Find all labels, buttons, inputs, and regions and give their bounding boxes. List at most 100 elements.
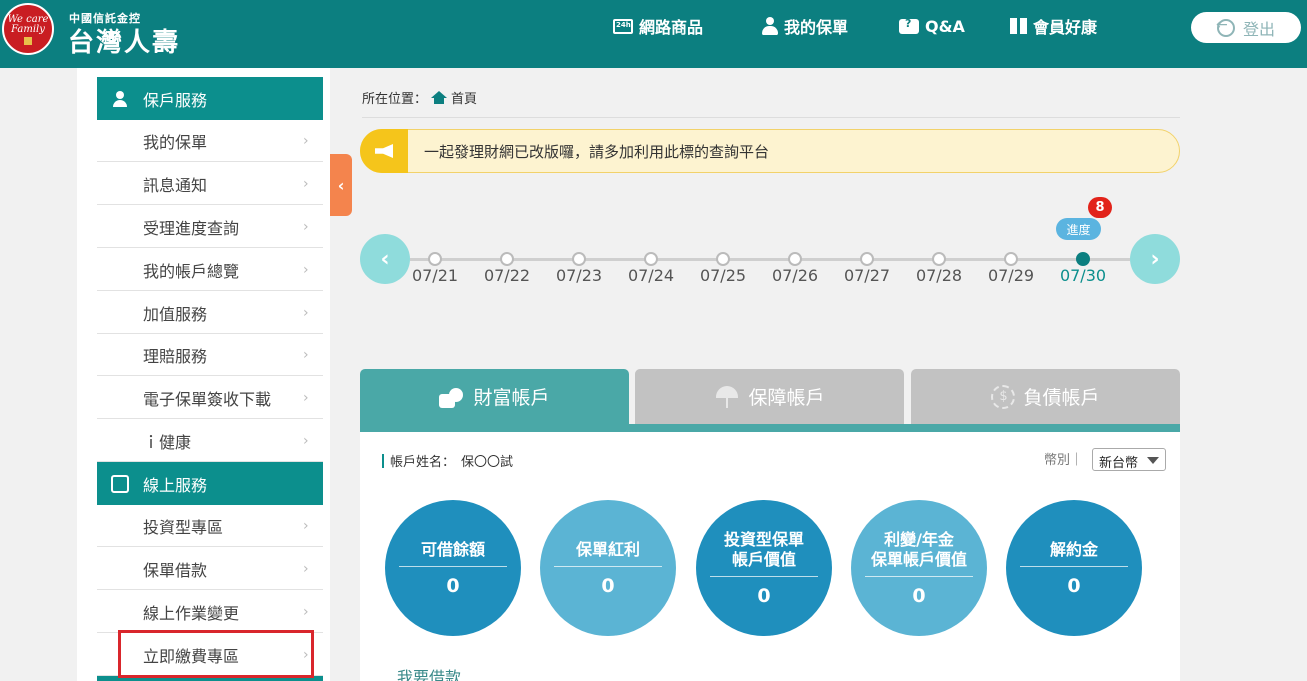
sidebar-collapse-button[interactable]: ‹ [330, 154, 352, 216]
notification-count-badge: 8 [1088, 197, 1112, 218]
timeline-dot[interactable] [932, 252, 946, 266]
summary-surrender-value[interactable]: 解約金 0 [1006, 500, 1142, 636]
chevron-right-icon: › [303, 560, 309, 577]
dollar-icon: $ [991, 384, 1016, 409]
summary-label: 保單紅利 [554, 540, 662, 567]
tab-underline [360, 424, 1180, 432]
sidebar-item-notifications[interactable]: 訊息通知 › [97, 163, 323, 205]
sidebar-item-progress-query[interactable]: 受理進度查詢 › [97, 206, 323, 248]
we-care-family-logo[interactable]: We care Family [2, 3, 54, 55]
logout-button[interactable]: 登出 [1191, 12, 1301, 43]
account-name-label: 帳戶姓名： [390, 455, 456, 470]
monitor-icon [111, 474, 129, 493]
chevron-right-icon: › [1150, 246, 1160, 272]
summary-annuity-value[interactable]: 利變/年金 保單帳戶價值 0 [851, 500, 987, 636]
breadcrumb-prefix: 所在位置： [362, 92, 428, 107]
account-name: 帳戶姓名： 保〇〇試 [382, 451, 513, 470]
summary-label: 投資型保單 帳戶價值 [710, 530, 818, 577]
section-online-services[interactable]: 線上服務 [97, 462, 323, 505]
nav-label: 網路商品 [639, 18, 704, 37]
summary-value: 0 [446, 574, 460, 597]
chevron-left-icon: ‹ [380, 246, 390, 272]
header: We care Family 中國信託金控 台灣人壽 網路商品 我的保單 Q&A… [0, 0, 1307, 68]
sidebar: 保戶服務 我的保單 › 訊息通知 › 受理進度查詢 › 我的帳戶總覽 › 加值服務 › 理… [77, 68, 330, 681]
timeline-dot[interactable] [500, 252, 514, 266]
timeline-dot[interactable] [860, 252, 874, 266]
timeline-next-button[interactable]: › [1130, 234, 1180, 284]
chevron-right-icon: › [303, 432, 309, 449]
announcement-text: 一起發理財網已改版囉，請多加利用此標的查詢平台 [424, 142, 770, 161]
section-title: 保戶服務 [143, 90, 208, 110]
timeline-track [410, 258, 1130, 261]
nav-qa[interactable]: Q&A [899, 0, 965, 52]
nav-online-products[interactable]: 網路商品 [613, 0, 703, 52]
nav-member-deals[interactable]: 會員好康 [1010, 0, 1097, 52]
summary-value: 0 [601, 574, 615, 597]
sidebar-item-i-health[interactable]: ｉ健康 › [97, 420, 323, 462]
timeline-dot[interactable] [1004, 252, 1018, 266]
timeline-dot-active[interactable] [1076, 252, 1090, 266]
person-icon [113, 90, 127, 107]
chevron-right-icon: › [303, 175, 309, 192]
timeline-dot[interactable] [716, 252, 730, 266]
logo-mark-icon [24, 37, 32, 45]
tab-label: 保障帳戶 [748, 387, 825, 409]
sidebar-item-policy-loan[interactable]: 保單借款 › [97, 548, 323, 590]
breadcrumb-home[interactable]: 首頁 [451, 88, 477, 107]
timeline-date: 07/28 [915, 266, 963, 285]
timeline-dot[interactable] [428, 252, 442, 266]
currency-select[interactable]: 新台幣 [1092, 448, 1166, 471]
highlight-box [118, 630, 314, 678]
timeline-date: 07/26 [771, 266, 819, 285]
tab-wealth-account[interactable]: 財富帳戶 [360, 369, 629, 424]
sidebar-item-value-added[interactable]: 加值服務 › [97, 292, 323, 334]
chevron-right-icon: › [303, 218, 309, 235]
sidebar-item-investment[interactable]: 投資型專區 › [97, 505, 323, 547]
home-icon[interactable] [431, 91, 448, 104]
tab-liability-account[interactable]: $ 負債帳戶 [911, 369, 1180, 424]
chevron-right-icon: › [303, 389, 309, 406]
breadcrumb: 所在位置： 首頁 [362, 88, 477, 107]
sidebar-item-claims[interactable]: 理賠服務 › [97, 334, 323, 376]
megaphone-icon [360, 129, 408, 173]
sidebar-item-my-policy[interactable]: 我的保單 › [97, 120, 323, 162]
currency-value: 新台幣 [1099, 456, 1139, 471]
chevron-right-icon: › [303, 603, 309, 620]
summary-value: 0 [1067, 574, 1081, 597]
announcement-bar[interactable]: 一起發理財網已改版囉，請多加利用此標的查詢平台 [360, 129, 1180, 173]
logo-text: We care Family [7, 14, 49, 35]
sidebar-item-account-overview[interactable]: 我的帳戶總覽 › [97, 249, 323, 291]
section-policyholder-services[interactable]: 保戶服務 [97, 77, 323, 120]
umbrella-icon [714, 385, 740, 408]
chevron-right-icon: › [303, 132, 309, 149]
sidebar-item-e-policy[interactable]: 電子保單簽收下載 › [97, 377, 323, 419]
timeline-dot[interactable] [572, 252, 586, 266]
24h-box-icon [613, 18, 633, 34]
timeline-date: 07/24 [627, 266, 675, 285]
timeline-prev-button[interactable]: ‹ [360, 234, 410, 284]
nav-label: 我的保單 [784, 18, 849, 37]
nav-my-policy[interactable]: 我的保單 [762, 0, 848, 52]
timeline-date: 07/29 [987, 266, 1035, 285]
tab-protection-account[interactable]: 保障帳戶 [635, 369, 904, 424]
summary-available-loan[interactable]: 可借餘額 0 [385, 500, 521, 636]
summary-policy-dividend[interactable]: 保單紅利 0 [540, 500, 676, 636]
timeline-dot[interactable] [644, 252, 658, 266]
nav-label: Q&A [925, 16, 965, 36]
sidebar-item-online-changes[interactable]: 線上作業變更 › [97, 591, 323, 633]
apply-loan-link[interactable]: 我要借款 [397, 664, 461, 681]
chat-question-icon [899, 17, 919, 34]
section-title: 線上服務 [143, 475, 208, 495]
summary-label: 可借餘額 [399, 540, 507, 567]
exit-icon [1216, 17, 1235, 37]
summary-investment-value[interactable]: 投資型保單 帳戶價值 0 [696, 500, 832, 636]
tab-label: 負債帳戶 [1023, 387, 1100, 409]
gift-icon [1010, 18, 1027, 34]
timeline-date: 07/27 [843, 266, 891, 285]
tab-label: 財富帳戶 [473, 387, 550, 409]
brand-title[interactable]: 台灣人壽 [68, 22, 180, 59]
timeline-dot[interactable] [788, 252, 802, 266]
chevron-right-icon: › [303, 517, 309, 534]
currency-label: 幣別｜ [1044, 453, 1084, 468]
summary-label: 解約金 [1020, 540, 1128, 567]
